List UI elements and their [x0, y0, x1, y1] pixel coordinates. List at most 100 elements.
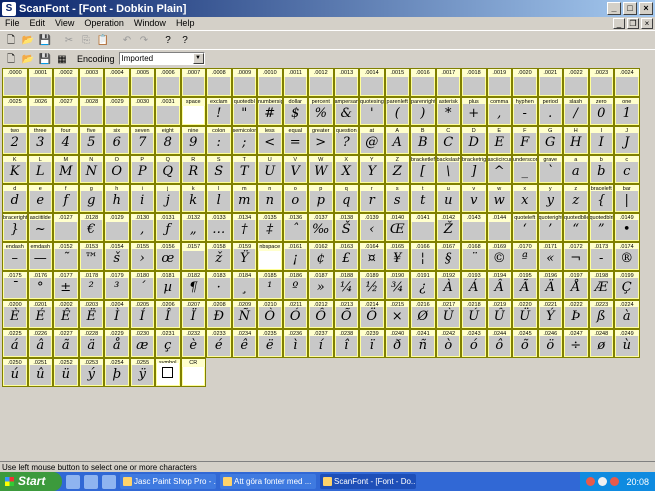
- glyph-cell[interactable]: .0201 É: [27, 300, 53, 329]
- glyph-cell[interactable]: question?: [333, 126, 359, 155]
- glyph-cell[interactable]: .0242 ò: [435, 329, 461, 358]
- glyph-cell[interactable]: symbol: [155, 358, 181, 387]
- glyph-cell[interactable]: FF: [512, 126, 538, 155]
- glyph-cell[interactable]: .0014: [359, 68, 385, 97]
- glyph-cell[interactable]: kk: [180, 184, 206, 213]
- mdi-close-button[interactable]: ×: [641, 17, 653, 29]
- glyph-cell[interactable]: .0227 ã: [53, 329, 79, 358]
- glyph-cell[interactable]: .0175 ¯: [2, 271, 28, 300]
- glyph-cell[interactable]: KK: [2, 155, 28, 184]
- glyph-cell[interactable]: two 2: [2, 126, 28, 155]
- glyph-cell[interactable]: .0195 Ã: [512, 271, 538, 300]
- glyph-cell[interactable]: .0143: [461, 213, 487, 242]
- glyph-cell[interactable]: .0025: [2, 97, 28, 126]
- glyph-cell[interactable]: .0232 è: [180, 329, 206, 358]
- glyph-cell[interactable]: .0010: [257, 68, 283, 97]
- glyph-cell[interactable]: .0220 Ü: [512, 300, 538, 329]
- glyph-cell[interactable]: .0173-: [588, 242, 614, 271]
- glyph-cell[interactable]: .0158 ž: [206, 242, 232, 271]
- glyph-cell[interactable]: .0142 Ž: [435, 213, 461, 242]
- glyph-cell[interactable]: .0211 Ó: [282, 300, 308, 329]
- glyph-cell[interactable]: slash /: [563, 97, 589, 126]
- glyph-cell[interactable]: bb: [588, 155, 614, 184]
- glyph-cell[interactable]: .0016: [410, 68, 436, 97]
- glyph-cell[interactable]: .0224 à: [614, 300, 640, 329]
- glyph-cell[interactable]: YY: [359, 155, 385, 184]
- glyph-cell[interactable]: ww: [486, 184, 512, 213]
- glyph-cell[interactable]: asciicircum^: [486, 155, 512, 184]
- save-icon[interactable]: 💾: [37, 32, 53, 48]
- glyph-cell[interactable]: yy: [537, 184, 563, 213]
- glyph-cell[interactable]: grave `: [537, 155, 563, 184]
- glyph-cell[interactable]: .0247 ÷: [563, 329, 589, 358]
- glyph-cell[interactable]: .0030: [129, 97, 155, 126]
- glyph-cell[interactable]: JJ: [614, 126, 640, 155]
- menu-operation[interactable]: Operation: [79, 18, 129, 28]
- glyph-cell[interactable]: .0228 ä: [78, 329, 104, 358]
- open-folder-icon[interactable]: 📂: [20, 32, 36, 48]
- glyph-cell[interactable]: DD: [461, 126, 487, 155]
- glyph-cell[interactable]: quotesingle': [359, 97, 385, 126]
- glyph-cell[interactable]: .0163 £: [333, 242, 359, 271]
- glyph-cell[interactable]: .0225 á: [2, 329, 28, 358]
- glyph-cell[interactable]: braceright}: [2, 213, 28, 242]
- menu-window[interactable]: Window: [129, 18, 171, 28]
- glyph-cell[interactable]: .0139 ‹: [359, 213, 385, 242]
- glyph-cell[interactable]: OO: [104, 155, 130, 184]
- glyph-cell[interactable]: .0129: [104, 213, 130, 242]
- glyph-cell[interactable]: exclam!: [206, 97, 232, 126]
- glyph-cell[interactable]: .0253 ý: [78, 358, 104, 387]
- glyph-cell[interactable]: .0177 ±: [53, 271, 79, 300]
- glyph-cell[interactable]: bracketright]: [461, 155, 487, 184]
- glyph-cell[interactable]: .0136 ˆ: [282, 213, 308, 242]
- glyph-cell[interactable]: ZZ: [384, 155, 410, 184]
- glyph-cell[interactable]: XX: [333, 155, 359, 184]
- glyph-cell[interactable]: .0238 î: [333, 329, 359, 358]
- glyph-cell[interactable]: .0021: [537, 68, 563, 97]
- glyph-cell[interactable]: .0006: [155, 68, 181, 97]
- glyph-cell[interactable]: .0202 Ê: [53, 300, 79, 329]
- glyph-cell[interactable]: tt: [410, 184, 436, 213]
- glyph-cell[interactable]: .0174 ®: [614, 242, 640, 271]
- glyph-cell[interactable]: .0210 Ò: [257, 300, 283, 329]
- glyph-cell[interactable]: .0198 Æ: [588, 271, 614, 300]
- glyph-cell[interactable]: QQ: [155, 155, 181, 184]
- glyph-cell[interactable]: period.: [537, 97, 563, 126]
- glyph-cell[interactable]: less <: [257, 126, 283, 155]
- glyph-cell[interactable]: xx: [512, 184, 538, 213]
- glyph-cell[interactable]: plus +: [461, 97, 487, 126]
- glyph-cell[interactable]: .0219 Û: [486, 300, 512, 329]
- glyph-cell[interactable]: .0127: [53, 213, 79, 242]
- glyph-cell[interactable]: ll: [206, 184, 232, 213]
- glyph-cell[interactable]: .0007: [180, 68, 206, 97]
- minimize-button[interactable]: _: [607, 2, 621, 15]
- tray-volume-icon[interactable]: [610, 477, 620, 486]
- glyph-cell[interactable]: zero 0: [588, 97, 614, 126]
- glyph-cell[interactable]: ss: [384, 184, 410, 213]
- glyph-cell[interactable]: .0204 Ì: [104, 300, 130, 329]
- glyph-cell[interactable]: .0189 ½: [359, 271, 385, 300]
- glyph-cell[interactable]: nn: [257, 184, 283, 213]
- glyph-cell[interactable]: comma,: [486, 97, 512, 126]
- mdi-minimize-button[interactable]: _: [613, 17, 625, 29]
- glyph-cell[interactable]: .0193 Á: [461, 271, 487, 300]
- glyph-cell[interactable]: RR: [180, 155, 206, 184]
- glyph-cell[interactable]: TT: [231, 155, 257, 184]
- glyph-cell[interactable]: .0185 ¹: [257, 271, 283, 300]
- glyph-cell[interactable]: AA: [384, 126, 410, 155]
- glyph-cell[interactable]: .0186 º: [282, 271, 308, 300]
- glyph-cell[interactable]: .0023: [588, 68, 614, 97]
- glyph-cell[interactable]: NN: [78, 155, 104, 184]
- new-doc-icon[interactable]: 🗋: [3, 32, 19, 48]
- glyph-cell[interactable]: .0005: [129, 68, 155, 97]
- glyph-cell[interactable]: .0135 ‡: [257, 213, 283, 242]
- glyph-cell[interactable]: .0131 ƒ: [155, 213, 181, 242]
- glyph-cell[interactable]: bracketleft[: [410, 155, 436, 184]
- task-att-gora-fonter[interactable]: Att göra fonter med ...: [220, 474, 316, 489]
- glyph-cell[interactable]: LL: [27, 155, 53, 184]
- glyph-cell[interactable]: greater >: [308, 126, 334, 155]
- tray-antivirus-icon[interactable]: [586, 477, 596, 486]
- glyph-cell[interactable]: mm: [231, 184, 257, 213]
- menu-help[interactable]: Help: [171, 18, 200, 28]
- save-font-icon[interactable]: 💾: [37, 51, 53, 67]
